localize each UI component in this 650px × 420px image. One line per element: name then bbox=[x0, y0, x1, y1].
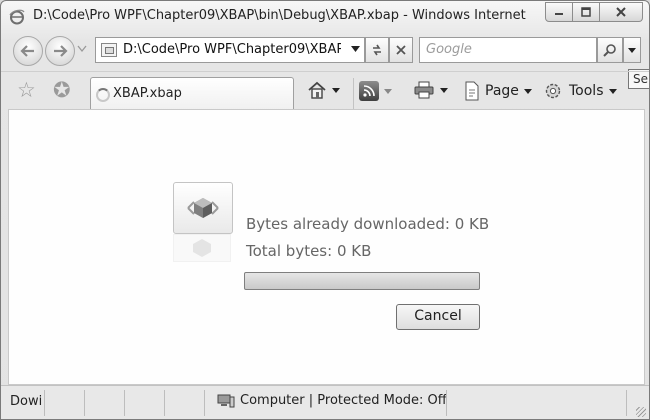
gear-icon bbox=[545, 83, 561, 99]
window-title: D:\Code\Pro WPF\Chapter09\XBAP\bin\Debug… bbox=[33, 8, 531, 23]
home-dropdown-icon[interactable] bbox=[332, 87, 340, 93]
feeds-button[interactable] bbox=[359, 81, 392, 101]
print-button[interactable] bbox=[413, 81, 448, 99]
total-bytes-label: Total bytes: 0 KB bbox=[246, 242, 372, 260]
feeds-dropdown-icon[interactable] bbox=[384, 88, 392, 94]
address-url[interactable]: D:\Code\Pro WPF\Chapter09\XBAP\bin\Debug… bbox=[123, 42, 341, 57]
refresh-icon bbox=[373, 44, 381, 56]
content-area: Bytes already downloaded: 0 KB Total byt… bbox=[8, 109, 645, 385]
search-placeholder: Google bbox=[426, 42, 472, 57]
page-menu-label: Page bbox=[485, 83, 519, 99]
caption-buttons bbox=[545, 2, 643, 22]
address-dropdown-icon[interactable] bbox=[351, 46, 360, 52]
command-bar: ☆ ✪ XBAP.xbap Page Tools bbox=[1, 71, 649, 110]
rss-feed-icon bbox=[359, 81, 379, 101]
search-options-button[interactable] bbox=[623, 37, 641, 63]
ie-logo-icon bbox=[9, 9, 25, 25]
browser-window: D:\Code\Pro WPF\Chapter09\XBAP\bin\Debug… bbox=[0, 0, 650, 420]
maximize-button[interactable] bbox=[573, 2, 600, 22]
home-icon bbox=[308, 81, 326, 99]
page-icon bbox=[101, 43, 117, 57]
home-button[interactable] bbox=[307, 81, 340, 99]
maximize-icon bbox=[581, 7, 591, 17]
bytes-downloaded-label: Bytes already downloaded: 0 KB bbox=[246, 215, 490, 233]
printer-icon bbox=[414, 81, 434, 99]
stop-icon bbox=[396, 45, 406, 55]
close-button[interactable] bbox=[600, 2, 643, 22]
tab-xbap[interactable]: XBAP.xbap bbox=[90, 77, 354, 110]
status-divider bbox=[446, 390, 447, 416]
xbap-cube-icon bbox=[187, 198, 219, 218]
resize-grip[interactable] bbox=[636, 407, 646, 417]
add-to-favorites-icon[interactable]: ✪ bbox=[53, 80, 71, 101]
status-bar: Dowi Computer | Protected Mode: Off bbox=[1, 385, 649, 419]
minimize-button[interactable] bbox=[545, 2, 573, 22]
back-button[interactable] bbox=[13, 36, 43, 66]
loading-icon bbox=[96, 88, 110, 102]
status-divider bbox=[124, 390, 125, 416]
tools-menu[interactable]: Tools bbox=[543, 81, 617, 101]
status-divider bbox=[626, 390, 627, 416]
status-divider bbox=[84, 390, 85, 416]
forward-arrow-icon bbox=[54, 45, 68, 57]
search-icon bbox=[603, 44, 616, 57]
status-divider bbox=[204, 390, 205, 416]
back-arrow-icon bbox=[20, 45, 34, 57]
tab-title: XBAP.xbap bbox=[113, 86, 182, 101]
chevron-down-icon bbox=[628, 47, 636, 53]
forward-button[interactable] bbox=[45, 36, 75, 66]
xbap-icon-reflection bbox=[173, 234, 231, 262]
page-dropdown-icon bbox=[523, 88, 532, 94]
search-box[interactable]: Google bbox=[419, 37, 597, 63]
navigation-bar: D:\Code\Pro WPF\Chapter09\XBAP\bin\Debug… bbox=[1, 33, 649, 71]
tools-dropdown-icon bbox=[608, 88, 617, 94]
address-bar[interactable]: D:\Code\Pro WPF\Chapter09\XBAP\bin\Debug… bbox=[95, 37, 365, 63]
computer-icon bbox=[217, 394, 235, 407]
refresh-button[interactable] bbox=[365, 37, 389, 63]
print-dropdown-icon[interactable] bbox=[440, 87, 448, 93]
tab-separator bbox=[353, 78, 354, 110]
title-bar: D:\Code\Pro WPF\Chapter09\XBAP\bin\Debug… bbox=[1, 1, 649, 33]
security-zone-label: Computer | Protected Mode: Off bbox=[240, 393, 447, 408]
stop-button[interactable] bbox=[389, 37, 413, 63]
page-menu[interactable]: Page bbox=[463, 81, 532, 101]
download-progress-bar bbox=[244, 272, 480, 290]
status-divider bbox=[164, 390, 165, 416]
security-zone[interactable]: Computer | Protected Mode: Off bbox=[217, 393, 447, 408]
cancel-button[interactable]: Cancel bbox=[396, 304, 480, 330]
status-divider bbox=[44, 390, 45, 416]
page-icon bbox=[465, 81, 479, 101]
xbap-application-icon bbox=[173, 182, 233, 234]
status-text: Dowi bbox=[10, 394, 42, 409]
minimize-icon bbox=[555, 13, 563, 15]
close-icon bbox=[616, 7, 626, 17]
recent-pages-dropdown-icon[interactable] bbox=[77, 45, 87, 53]
tools-menu-label: Tools bbox=[569, 83, 604, 99]
favorites-center-icon[interactable]: ☆ bbox=[17, 80, 36, 101]
search-button[interactable] bbox=[597, 37, 623, 63]
